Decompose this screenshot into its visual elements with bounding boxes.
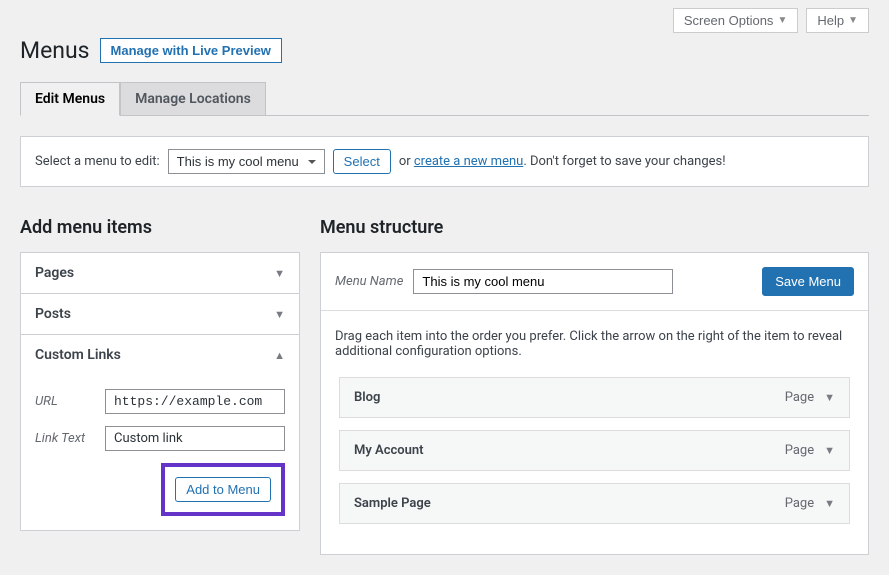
add-to-menu-highlight: Add to Menu <box>161 463 285 516</box>
menu-instructions: Drag each item into the order you prefer… <box>335 329 854 359</box>
custom-link-text-input[interactable] <box>105 426 285 451</box>
live-preview-button[interactable]: Manage with Live Preview <box>100 38 282 63</box>
chevron-up-icon: ▲ <box>274 349 285 362</box>
tab-edit-menus[interactable]: Edit Menus <box>20 82 120 116</box>
menu-items-list: Blog Page ▼ My Account Page ▼ Sample Pag… <box>335 377 854 524</box>
menu-item-type: Page <box>785 443 814 458</box>
menu-item-title: Sample Page <box>354 496 785 511</box>
or-text: or <box>399 154 411 169</box>
menu-item-type: Page <box>785 390 814 405</box>
chevron-down-icon: ▼ <box>274 267 285 280</box>
chevron-down-icon[interactable]: ▼ <box>824 391 835 404</box>
page-title: Menus <box>20 37 90 64</box>
create-new-menu-link[interactable]: create a new menu <box>414 154 523 169</box>
link-text-field-label: Link Text <box>35 431 95 446</box>
menu-item[interactable]: Sample Page Page ▼ <box>339 483 850 524</box>
menu-item-title: My Account <box>354 443 785 458</box>
chevron-down-icon[interactable]: ▼ <box>824 497 835 510</box>
menu-edit-panel: Menu Name Save Menu Drag each item into … <box>320 252 869 555</box>
accordion-posts-label: Posts <box>35 306 71 322</box>
save-menu-button[interactable]: Save Menu <box>762 267 854 296</box>
menu-item-title: Blog <box>354 390 785 405</box>
help-button[interactable]: Help ▼ <box>806 8 869 33</box>
menu-select-dropdown[interactable]: This is my cool menu <box>168 149 325 174</box>
accordion-custom-links-header[interactable]: Custom Links ▲ <box>21 335 299 375</box>
add-to-menu-button[interactable]: Add to Menu <box>175 477 271 502</box>
select-remainder-text: . Don't forget to save your changes! <box>523 154 725 169</box>
screen-options-button[interactable]: Screen Options ▼ <box>673 8 799 33</box>
screen-options-label: Screen Options <box>684 13 774 28</box>
accordion-custom-links-label: Custom Links <box>35 347 121 363</box>
tab-manage-locations[interactable]: Manage Locations <box>120 82 266 116</box>
add-menu-items-title: Add menu items <box>20 217 300 238</box>
menu-select-box: Select a menu to edit: This is my cool m… <box>20 136 869 187</box>
accordion-pages-label: Pages <box>35 265 74 281</box>
chevron-down-icon[interactable]: ▼ <box>824 444 835 457</box>
menu-name-input[interactable] <box>413 269 673 294</box>
chevron-down-icon: ▼ <box>777 15 787 26</box>
chevron-down-icon: ▼ <box>848 15 858 26</box>
menu-item-type: Page <box>785 496 814 511</box>
select-menu-button[interactable]: Select <box>333 149 391 174</box>
url-field-label: URL <box>35 394 95 409</box>
accordion-pages-header[interactable]: Pages ▼ <box>21 253 299 293</box>
menu-item[interactable]: Blog Page ▼ <box>339 377 850 418</box>
help-label: Help <box>817 13 844 28</box>
chevron-down-icon: ▼ <box>274 308 285 321</box>
menu-item[interactable]: My Account Page ▼ <box>339 430 850 471</box>
accordion-posts-header[interactable]: Posts ▼ <box>21 294 299 334</box>
add-items-accordion: Pages ▼ Posts ▼ Custom Links ▲ <box>20 252 300 531</box>
select-menu-label: Select a menu to edit: <box>35 154 160 169</box>
menu-name-label: Menu Name <box>335 274 403 289</box>
custom-link-url-input[interactable] <box>105 389 285 414</box>
menu-structure-title: Menu structure <box>320 217 869 238</box>
